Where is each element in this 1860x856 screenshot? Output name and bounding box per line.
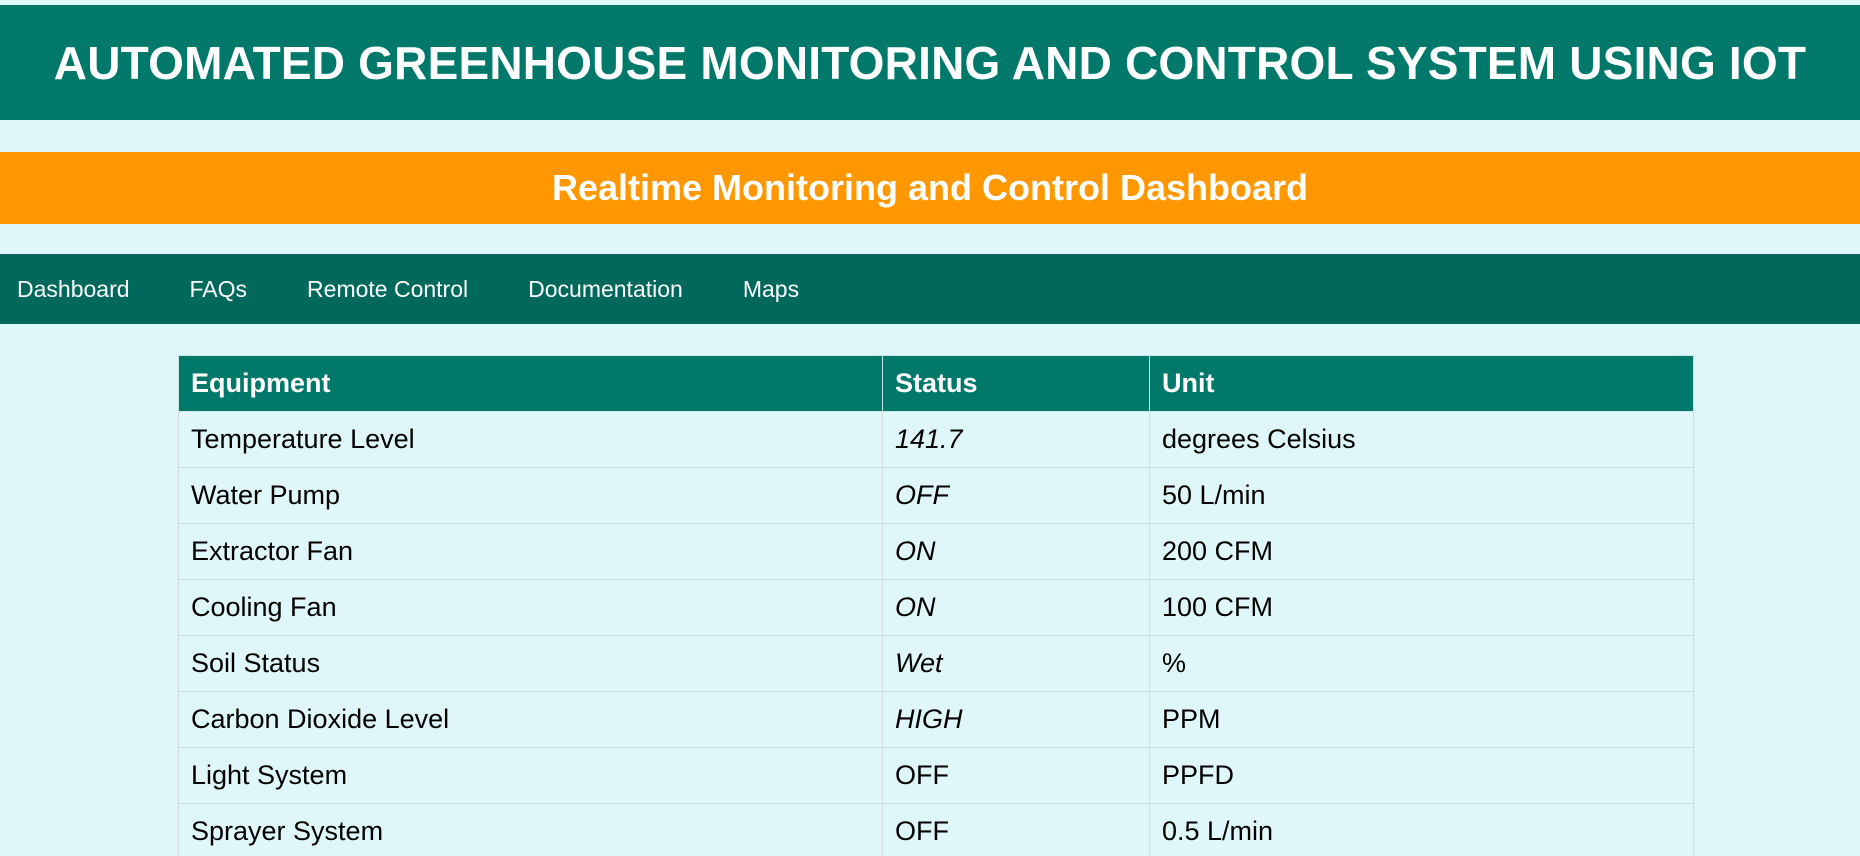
table-header-row: Equipment Status Unit	[178, 355, 1694, 412]
unit-cell: 100 CFM	[1149, 579, 1694, 636]
status-cell: HIGH	[882, 691, 1150, 748]
equipment-table-container: Equipment Status Unit Temperature Level 1…	[178, 355, 1694, 856]
status-cell: OFF	[882, 747, 1150, 804]
column-header-status: Status	[882, 355, 1150, 412]
page: AUTOMATED GREENHOUSE MONITORING AND CONT…	[0, 0, 1860, 856]
unit-cell: PPFD	[1149, 747, 1694, 804]
equipment-cell: Cooling Fan	[178, 579, 883, 636]
status-cell: OFF	[882, 803, 1150, 856]
unit-cell: 50 L/min	[1149, 467, 1694, 524]
nav-link-maps[interactable]: Maps	[743, 276, 799, 303]
table-row: Carbon Dioxide Level HIGH PPM	[178, 691, 1694, 748]
equipment-cell: Temperature Level	[178, 411, 883, 468]
page-title: AUTOMATED GREENHOUSE MONITORING AND CONT…	[53, 36, 1807, 89]
equipment-cell: Carbon Dioxide Level	[178, 691, 883, 748]
status-cell: ON	[882, 523, 1150, 580]
unit-cell: %	[1149, 635, 1694, 692]
table-row: Temperature Level 141.7 degrees Celsius	[178, 411, 1694, 468]
equipment-status-table: Equipment Status Unit Temperature Level 1…	[178, 355, 1694, 856]
equipment-cell: Extractor Fan	[178, 523, 883, 580]
main-nav: Dashboard FAQs Remote Control Documentat…	[0, 254, 1860, 324]
nav-link-remote-control[interactable]: Remote Control	[307, 276, 468, 303]
subtitle-banner: Realtime Monitoring and Control Dashboar…	[0, 152, 1860, 224]
dashboard-subtitle: Realtime Monitoring and Control Dashboar…	[551, 167, 1309, 208]
nav-link-dashboard[interactable]: Dashboard	[17, 276, 130, 303]
unit-cell: PPM	[1149, 691, 1694, 748]
status-cell: OFF	[882, 467, 1150, 524]
table-body: Temperature Level 141.7 degrees Celsius Wat…	[178, 411, 1694, 856]
table-row: Light System OFF PPFD	[178, 747, 1694, 804]
nav-link-faqs[interactable]: FAQs	[190, 276, 248, 303]
table-row: Cooling Fan ON 100 CFM	[178, 579, 1694, 636]
table-row: Water Pump OFF 50 L/min	[178, 467, 1694, 524]
table-row: Sprayer System OFF 0.5 L/min	[178, 803, 1694, 856]
equipment-cell: Soil Status	[178, 635, 883, 692]
equipment-cell: Water Pump	[178, 467, 883, 524]
unit-cell: 200 CFM	[1149, 523, 1694, 580]
equipment-cell: Sprayer System	[178, 803, 883, 856]
table-row: Extractor Fan ON 200 CFM	[178, 523, 1694, 580]
table-row: Soil Status Wet%	[178, 635, 1694, 692]
equipment-cell: Light System	[178, 747, 883, 804]
status-cell: Wet	[882, 635, 1150, 692]
unit-cell: 0.5 L/min	[1149, 803, 1694, 856]
status-cell: ON	[882, 579, 1150, 636]
column-header-equipment: Equipment	[178, 355, 883, 412]
column-header-unit: Unit	[1149, 355, 1694, 412]
unit-cell: degrees Celsius	[1149, 411, 1694, 468]
title-banner: AUTOMATED GREENHOUSE MONITORING AND CONT…	[0, 5, 1860, 120]
nav-link-documentation[interactable]: Documentation	[528, 276, 683, 303]
status-cell: 141.7	[882, 411, 1150, 468]
